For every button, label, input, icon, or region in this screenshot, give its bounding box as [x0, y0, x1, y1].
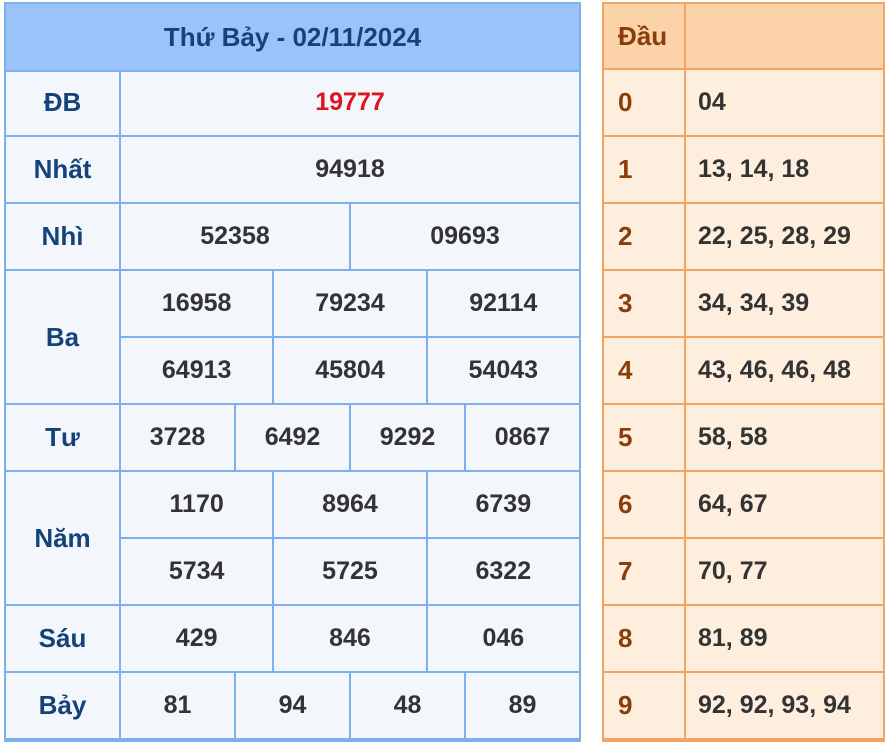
results-title: Thứ Bảy - 02/11/2024 — [6, 4, 579, 72]
heads-row: 6 64, 67 — [604, 472, 883, 539]
prize-number: 3728 — [121, 405, 236, 470]
head-values: 81, 89 — [698, 624, 768, 652]
prize-number: 09693 — [430, 222, 500, 250]
prize-number: 5734 — [121, 539, 275, 604]
heads-row: 8 81, 89 — [604, 606, 883, 673]
head-digit: 3 — [604, 271, 686, 336]
prize-label: Nhất — [6, 137, 121, 204]
heads-row: 4 43, 46, 46, 48 — [604, 338, 883, 405]
head-digit: 2 — [604, 204, 686, 269]
prize-label: Sáu — [6, 606, 121, 673]
prize-number: 16958 — [121, 271, 275, 336]
prize-number: 94 — [236, 673, 351, 738]
heads-header-label: Đầu — [604, 4, 686, 68]
head-values: 34, 34, 39 — [698, 289, 810, 317]
prize-row: 16958 79234 92114 — [121, 271, 579, 338]
head-digit: 6 — [604, 472, 686, 537]
prize-number: 8964 — [274, 472, 428, 537]
prize-row: 64913 45804 54043 — [121, 338, 579, 405]
head-digit: 1 — [604, 137, 686, 202]
heads-row: 3 34, 34, 39 — [604, 271, 883, 338]
head-digit: 7 — [604, 539, 686, 604]
prize-number: 45804 — [274, 338, 428, 403]
prize-number: 48 — [351, 673, 466, 738]
head-digit: 0 — [604, 70, 686, 135]
head-values: 43, 46, 46, 48 — [698, 356, 851, 384]
head-values: 64, 67 — [698, 490, 768, 518]
prize-label: Nhì — [6, 204, 121, 271]
heads-row: 2 22, 25, 28, 29 — [604, 204, 883, 271]
prize-number: 6739 — [475, 490, 532, 518]
head-values: 22, 25, 28, 29 — [698, 222, 851, 250]
prize-row: 81 94 48 89 — [121, 673, 579, 740]
prize-number: 64913 — [121, 338, 275, 403]
lottery-results-table: Thứ Bảy - 02/11/2024 ĐB 19777 Nhất 94918 Nhì… — [4, 2, 581, 742]
head-digit: 8 — [604, 606, 686, 671]
prize-number: 89 — [508, 691, 537, 719]
prize-row: 1170 8964 6739 — [121, 472, 579, 539]
prize-number: 6492 — [236, 405, 351, 470]
head-values: 58, 58 — [698, 423, 768, 451]
head-values: 04 — [698, 88, 726, 116]
prize-number: 94918 — [315, 155, 385, 183]
prize-row: 19777 — [121, 70, 579, 137]
heads-header-value — [686, 4, 883, 68]
heads-row: 9 92, 92, 93, 94 — [604, 673, 883, 740]
head-digit: 9 — [604, 673, 686, 738]
heads-row: 0 04 — [604, 70, 883, 137]
heads-row: 7 70, 77 — [604, 539, 883, 606]
prize-number: 9292 — [351, 405, 466, 470]
prize-row: 429 846 046 — [121, 606, 579, 673]
prize-number: 046 — [482, 624, 525, 652]
head-digit: 4 — [604, 338, 686, 403]
prize-row: 52358 09693 — [121, 204, 579, 271]
prize-label: Bảy — [6, 673, 121, 740]
prize-row: 3728 6492 9292 0867 — [121, 405, 579, 472]
prize-number: 92114 — [469, 289, 538, 317]
heads-row: 1 13, 14, 18 — [604, 137, 883, 204]
head-values: 92, 92, 93, 94 — [698, 691, 851, 719]
prize-number: 1170 — [121, 472, 275, 537]
prize-number: 5725 — [274, 539, 428, 604]
heads-table: Đầu 0 04 1 13, 14, 18 2 22, 25, 28, 29 3 34, 34,… — [602, 2, 885, 742]
head-digit: 5 — [604, 405, 686, 470]
prize-row: 5734 5725 6322 — [121, 539, 579, 606]
prize-number: 6322 — [475, 557, 532, 585]
prize-number: 54043 — [468, 356, 539, 384]
prize-label: ĐB — [6, 70, 121, 137]
special-prize-number: 19777 — [315, 88, 385, 116]
prize-row: 94918 — [121, 137, 579, 204]
prize-label: Năm — [6, 472, 121, 606]
prize-label: Tư — [6, 405, 121, 472]
heads-row: 5 58, 58 — [604, 405, 883, 472]
head-values: 13, 14, 18 — [698, 155, 810, 183]
prize-number: 0867 — [494, 423, 551, 451]
prize-number: 429 — [121, 606, 275, 671]
heads-header-row: Đầu — [604, 4, 883, 70]
prize-number: 79234 — [274, 271, 428, 336]
prize-label: Ba — [6, 271, 121, 405]
head-values: 70, 77 — [698, 557, 768, 585]
prize-number: 846 — [274, 606, 428, 671]
prize-number: 81 — [121, 673, 236, 738]
prize-number: 52358 — [121, 204, 351, 269]
